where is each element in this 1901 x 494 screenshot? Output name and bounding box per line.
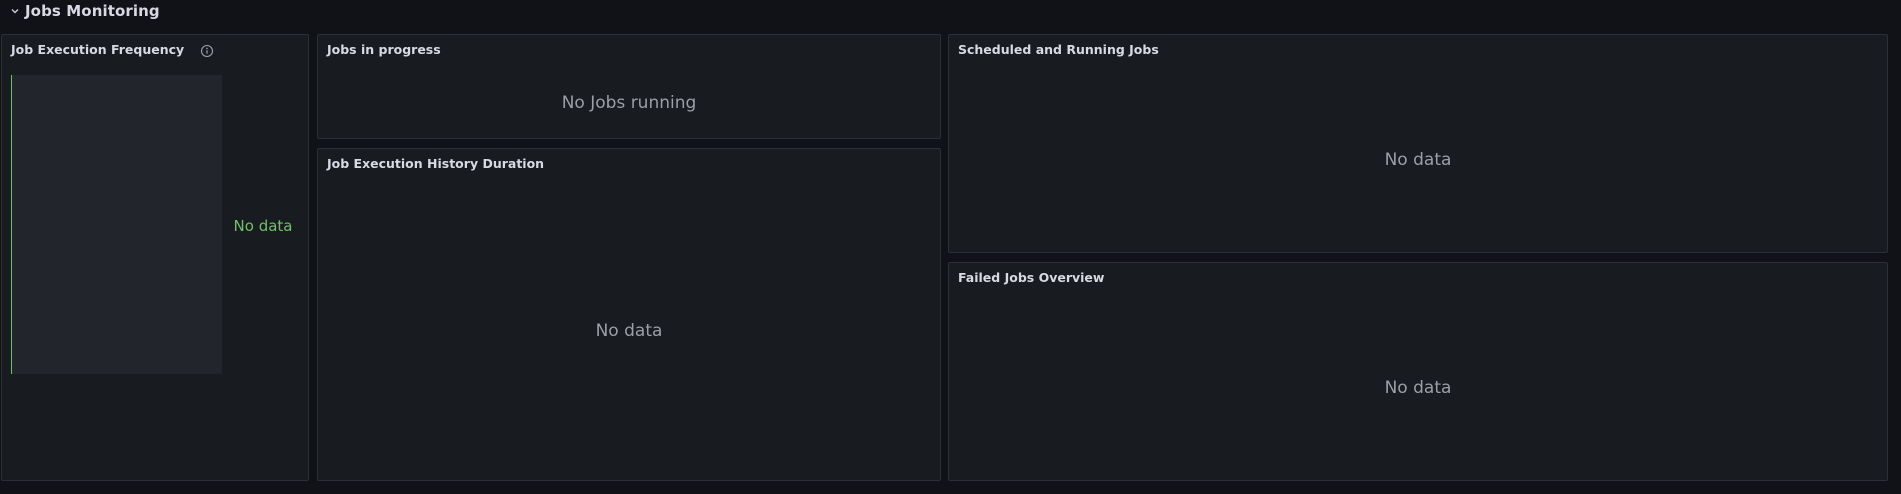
graph-area [11,75,222,374]
panel-job-execution-frequency[interactable]: Job Execution Frequency No data [1,34,309,481]
chevron-down-icon[interactable] [10,5,22,17]
info-icon[interactable] [200,43,214,58]
row-title: Jobs Monitoring [25,2,160,20]
no-data-message: No data [1384,378,1452,398]
no-data-message: No data [1384,150,1452,170]
no-data-message: No data [233,217,293,235]
panel-scheduled-and-running-jobs[interactable]: Scheduled and Running Jobs No data [948,34,1888,253]
panel-job-execution-history-duration[interactable]: Job Execution History Duration No data [317,148,941,481]
row-header-jobs-monitoring[interactable]: Jobs Monitoring [0,0,1901,22]
panel-jobs-in-progress[interactable]: Jobs in progress No Jobs running [317,34,941,139]
no-jobs-message: No Jobs running [561,93,697,113]
panel-title: Job Execution Frequency [11,42,185,57]
panel-failed-jobs-overview[interactable]: Failed Jobs Overview No data [948,262,1888,481]
panel-title: Failed Jobs Overview [958,270,1105,285]
no-data-message: No data [595,321,663,341]
panel-title: Scheduled and Running Jobs [958,42,1159,57]
panel-title: Jobs in progress [327,42,441,57]
panel-title: Job Execution History Duration [327,156,545,171]
